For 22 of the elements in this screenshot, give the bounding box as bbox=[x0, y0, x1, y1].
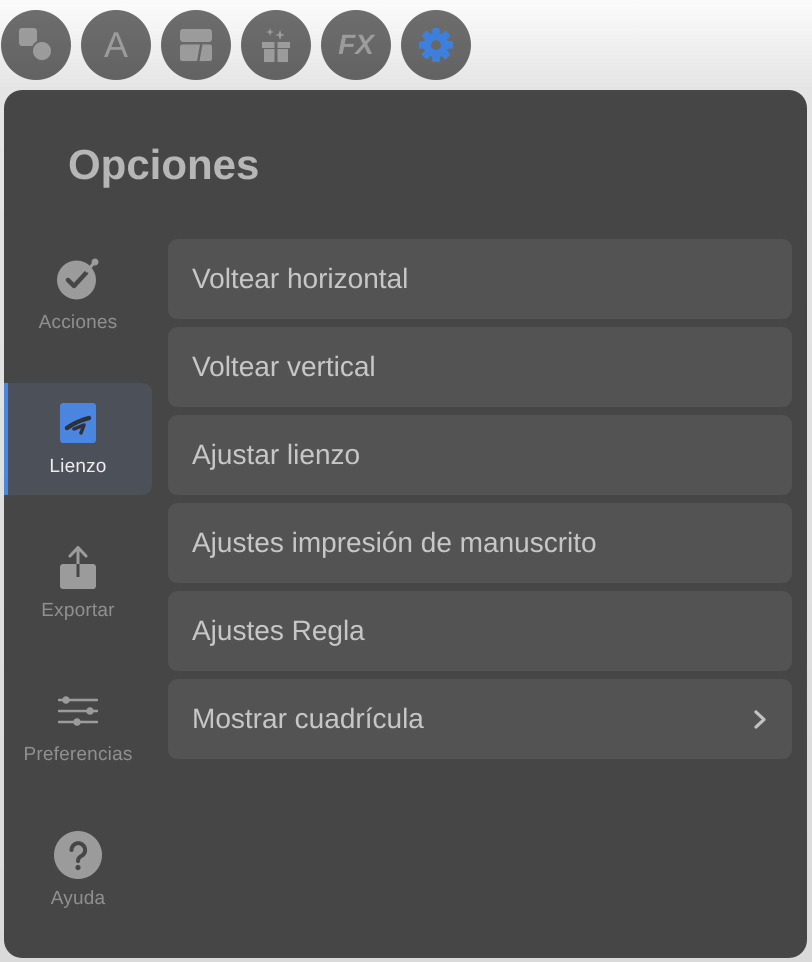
menu-item[interactable]: Ajustar lienzo bbox=[168, 415, 792, 495]
check-circle-icon bbox=[57, 258, 99, 300]
shapes-icon bbox=[19, 28, 53, 62]
sidebar-tab[interactable]: Ayuda bbox=[4, 815, 152, 927]
gift-icon bbox=[262, 28, 290, 62]
sidebar-tab[interactable]: Acciones bbox=[4, 239, 152, 351]
menu-item[interactable]: Ajustes impresión de manuscrito bbox=[168, 503, 792, 583]
sidebar-tab[interactable]: Lienzo bbox=[4, 383, 152, 495]
menu-item[interactable]: Mostrar cuadrícula bbox=[168, 679, 792, 759]
sliders-icon bbox=[58, 696, 98, 726]
settings-icon bbox=[419, 28, 453, 62]
chevron-right-icon bbox=[754, 710, 766, 728]
layout-icon bbox=[180, 29, 212, 61]
brush-tile-icon bbox=[60, 403, 96, 443]
share-icon bbox=[60, 545, 96, 589]
panel-title: Opciones bbox=[68, 142, 260, 188]
menu-item[interactable]: Voltear vertical bbox=[168, 327, 792, 407]
help-icon bbox=[54, 831, 102, 879]
sidebar-tab[interactable]: Preferencias bbox=[4, 671, 152, 783]
sidebar-tab[interactable]: Exportar bbox=[4, 527, 152, 639]
menu-item[interactable]: Voltear horizontal bbox=[168, 239, 792, 319]
menu-item[interactable]: Ajustes Regla bbox=[168, 591, 792, 671]
